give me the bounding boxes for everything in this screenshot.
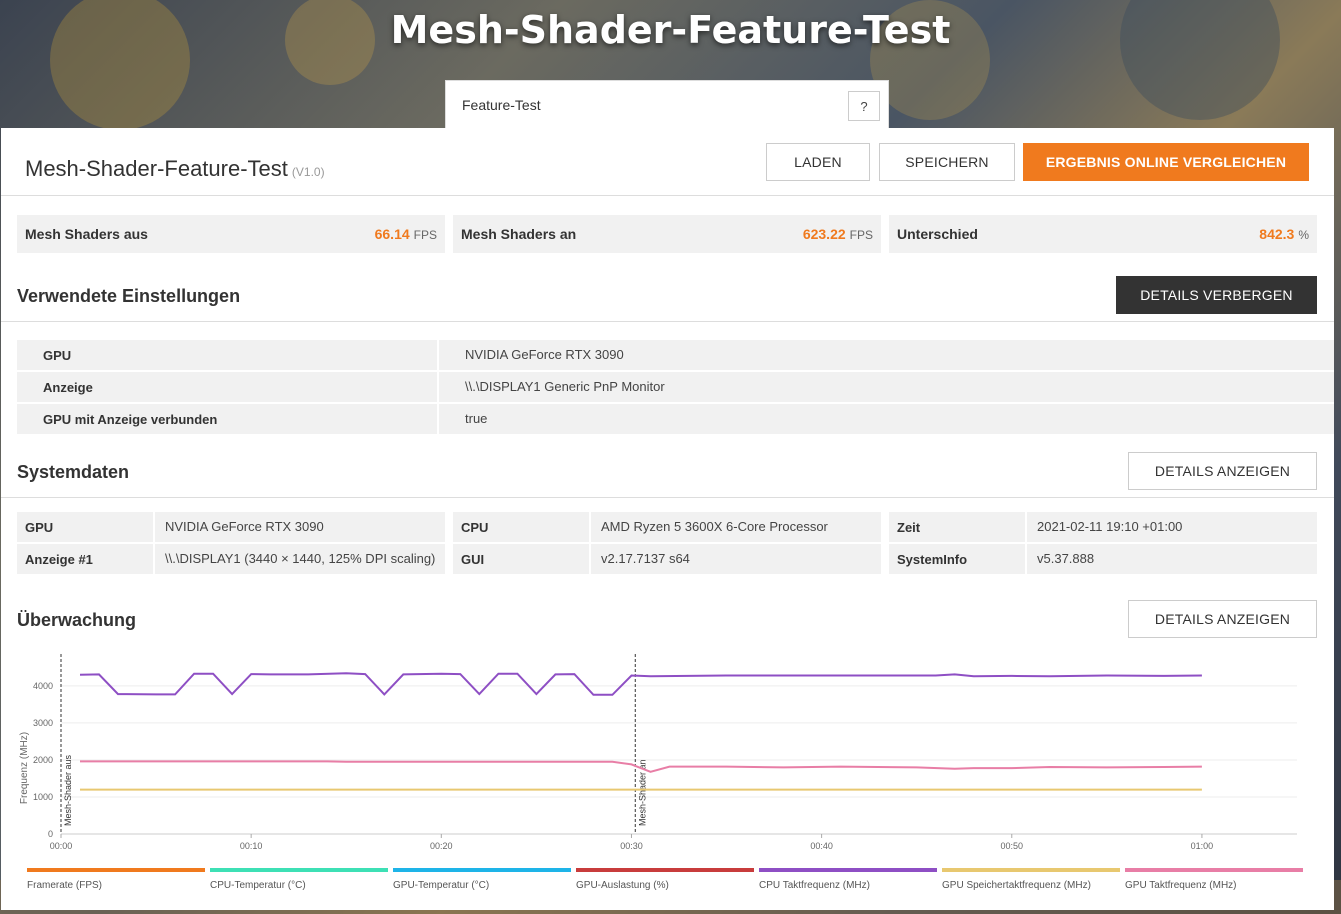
version-label: (V1.0) <box>291 165 325 179</box>
compare-online-button[interactable]: ERGEBNIS ONLINE VERGLEICHEN <box>1023 143 1309 181</box>
monitoring-details-button[interactable]: DETAILS ANZEIGEN <box>1128 600 1317 638</box>
score-value: 66.14 <box>374 226 410 242</box>
settings-value: \\.\DISPLAY1 Generic PnP Monitor <box>437 372 665 402</box>
legend-item[interactable]: GPU-Auslastung (%) <box>576 868 754 891</box>
result-title-text: Mesh-Shader-Feature-Test <box>25 156 288 181</box>
settings-key: GPU <box>43 347 72 363</box>
system-value: 2021-02-11 19:10 +01:00 <box>1025 512 1182 542</box>
legend-swatch <box>1125 868 1303 872</box>
legend-swatch <box>27 868 205 872</box>
y-tick-label: 0 <box>48 829 53 839</box>
feature-test-tab[interactable]: Feature-Test ? <box>445 80 889 130</box>
legend-label: GPU-Auslastung (%) <box>576 880 669 891</box>
legend-label: GPU-Temperatur (°C) <box>393 880 490 891</box>
x-tick-label: 00:40 <box>810 841 833 851</box>
system-value: v2.17.7137 s64 <box>589 544 690 574</box>
x-tick-label: 00:20 <box>430 841 453 851</box>
chart-axes: 0 1000 2000 3000 4000 00:00 00:10 00:20 00:30 00:… <box>33 681 1297 851</box>
system-cell: Anzeige #1 \\.\DISPLAY1 (3440 × 1440, 12… <box>17 544 445 574</box>
x-tick-label: 00:00 <box>50 841 73 851</box>
settings-key: Anzeige <box>43 379 93 395</box>
divider <box>1 497 1334 498</box>
settings-row: Anzeige \\.\DISPLAY1 Generic PnP Monitor <box>17 372 1334 402</box>
result-title: Mesh-Shader-Feature-Test (V1.0) <box>25 156 325 182</box>
x-tick-label: 01:00 <box>1191 841 1214 851</box>
chart-markers: Mesh-Shader aus Mesh-Shader an <box>60 654 647 834</box>
legend-swatch <box>942 868 1120 872</box>
divider <box>1 321 1334 322</box>
settings-key: GPU mit Anzeige verbunden <box>43 411 218 427</box>
system-value: v5.37.888 <box>1025 544 1094 574</box>
legend-item[interactable]: GPU-Temperatur (°C) <box>393 868 571 891</box>
monitoring-title: Überwachung <box>17 610 137 630</box>
phase-marker-label: Mesh-Shader aus <box>63 754 73 826</box>
score-value: 842.3 <box>1259 226 1295 242</box>
settings-row: GPU mit Anzeige verbunden true <box>17 404 1334 434</box>
score-unit: FPS <box>849 228 873 242</box>
score-label: Unterschied <box>897 226 978 242</box>
system-value: NVIDIA GeForce RTX 3090 <box>153 512 324 542</box>
hero-title: Mesh-Shader-Feature-Test <box>390 8 951 52</box>
score-unit: % <box>1298 228 1309 242</box>
help-button[interactable]: ? <box>848 91 880 121</box>
system-cell: GPU NVIDIA GeForce RTX 3090 <box>17 512 445 542</box>
legend-swatch <box>759 868 937 872</box>
y-tick-label: 4000 <box>33 681 53 691</box>
legend-label: GPU Speichertaktfrequenz (MHz) <box>942 880 1091 891</box>
score-unit: FPS <box>413 228 437 242</box>
series-line <box>79 672 1202 696</box>
system-key: GPU <box>25 519 54 535</box>
y-tick-label: 1000 <box>33 792 53 802</box>
y-axis-label: Frequenz (MHz) <box>19 732 30 804</box>
system-title: Systemdaten <box>17 462 130 482</box>
load-button[interactable]: LADEN <box>766 143 870 181</box>
score-label: Mesh Shaders aus <box>25 226 148 242</box>
result-header: Mesh-Shader-Feature-Test (V1.0) LADEN SPE… <box>1 128 1334 196</box>
x-tick-label: 00:10 <box>240 841 263 851</box>
system-key: Anzeige #1 <box>25 551 93 567</box>
score-value: 623.22 <box>802 226 846 242</box>
score-mesh-off: Mesh Shaders aus 66.14 FPS <box>17 215 445 253</box>
legend-label: CPU-Temperatur (°C) <box>210 880 306 891</box>
legend-item[interactable]: CPU-Temperatur (°C) <box>210 868 388 891</box>
system-cell: GUI v2.17.7137 s64 <box>453 544 881 574</box>
x-tick-label: 00:50 <box>1001 841 1024 851</box>
legend-swatch <box>393 868 571 872</box>
result-panel: Mesh-Shader-Feature-Test (V1.0) LADEN SPE… <box>1 128 1334 910</box>
system-value: \\.\DISPLAY1 (3440 × 1440, 125% DPI scal… <box>153 544 435 574</box>
y-tick-label: 3000 <box>33 718 53 728</box>
chart-grid <box>61 685 1297 835</box>
system-value: AMD Ryzen 5 3600X 6-Core Processor <box>589 512 828 542</box>
score-difference: Unterschied 842.3% <box>889 215 1317 253</box>
system-details-button[interactable]: DETAILS ANZEIGEN <box>1128 452 1317 490</box>
legend-swatch <box>576 868 754 872</box>
system-key: SystemInfo <box>897 551 968 567</box>
monitoring-chart: 0 1000 2000 3000 4000 00:00 00:10 00:20 00:30 00:… <box>19 654 1297 851</box>
score-label: Mesh Shaders an <box>461 226 577 242</box>
score-mesh-on: Mesh Shaders an 623.22 FPS <box>453 215 881 253</box>
save-button[interactable]: SPEICHERN <box>879 143 1015 181</box>
hide-details-button[interactable]: DETAILS VERBERGEN <box>1116 276 1317 314</box>
y-tick-label: 2000 <box>33 755 53 765</box>
settings-value: true <box>437 404 487 434</box>
settings-value: NVIDIA GeForce RTX 3090 <box>437 340 624 370</box>
system-cell: SystemInfo v5.37.888 <box>889 544 1317 574</box>
system-cell: Zeit 2021-02-11 19:10 +01:00 <box>889 512 1317 542</box>
legend-label: GPU Taktfrequenz (MHz) <box>1125 880 1237 891</box>
legend-swatch <box>210 868 388 872</box>
system-key: CPU <box>461 519 489 535</box>
legend-label: CPU Taktfrequenz (MHz) <box>759 880 870 891</box>
settings-row: GPU NVIDIA GeForce RTX 3090 <box>17 340 1334 370</box>
system-cell: CPU AMD Ryzen 5 3600X 6-Core Processor <box>453 512 881 542</box>
legend-item[interactable]: GPU Speichertaktfrequenz (MHz) <box>942 868 1120 891</box>
legend-label: Framerate (FPS) <box>27 880 103 891</box>
tab-label: Feature-Test <box>462 97 541 113</box>
settings-title: Verwendete Einstellungen <box>17 286 241 306</box>
legend-item[interactable]: GPU Taktfrequenz (MHz) <box>1125 868 1303 891</box>
legend-item[interactable]: CPU Taktfrequenz (MHz) <box>759 868 937 891</box>
x-tick-label: 00:30 <box>620 841 643 851</box>
system-key: GUI <box>461 551 485 567</box>
legend-item[interactable]: Framerate (FPS) <box>27 868 205 891</box>
system-key: Zeit <box>897 519 921 535</box>
